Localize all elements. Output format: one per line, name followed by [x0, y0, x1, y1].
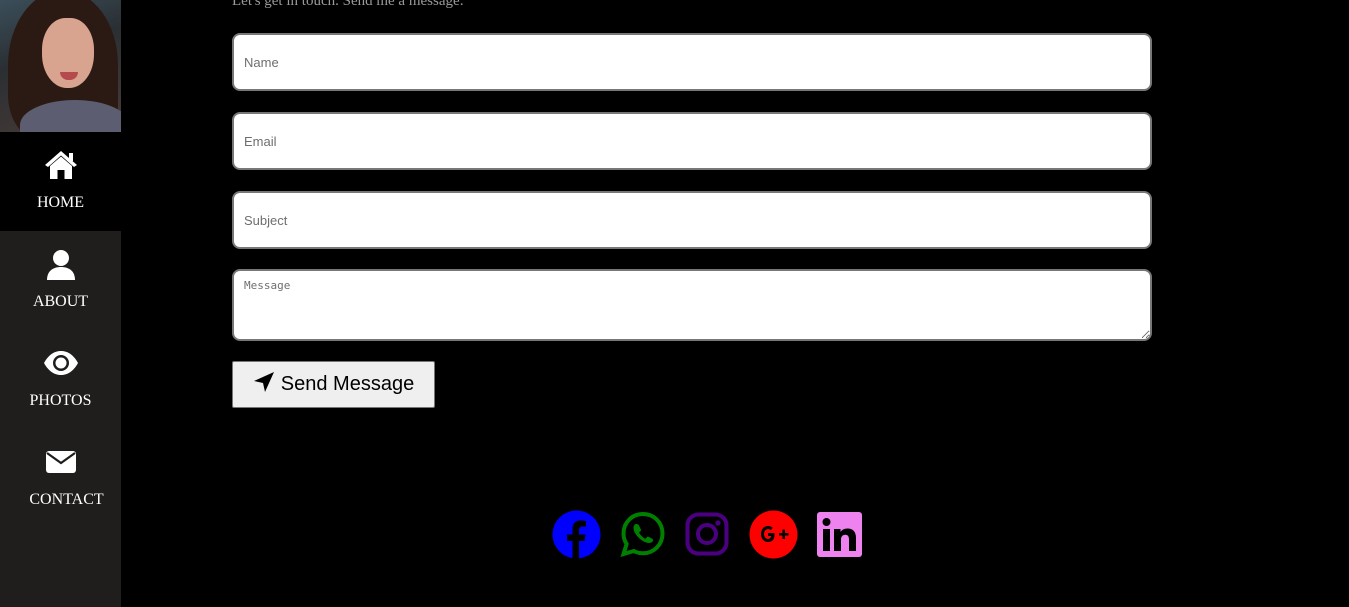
avatar	[0, 0, 121, 132]
sidebar-item-label: PHOTOS	[29, 392, 92, 409]
name-field[interactable]	[232, 33, 1152, 91]
whatsapp-icon	[620, 511, 665, 557]
contact-intro: Let's get in touch. Send me a message:	[232, 0, 464, 9]
sidebar-item-label: CONTACT	[29, 491, 104, 508]
send-message-button[interactable]: Send Message	[232, 361, 435, 408]
envelope-icon	[0, 447, 121, 479]
send-message-label: Send Message	[280, 373, 415, 395]
eye-icon	[0, 348, 121, 380]
sidebar-item-about[interactable]: ABOUT	[0, 231, 121, 330]
sidebar-item-label: ABOUT	[32, 293, 89, 310]
paper-plane-icon	[253, 371, 275, 399]
facebook-icon	[552, 510, 601, 559]
message-field[interactable]	[232, 269, 1152, 341]
sidebar-item-home[interactable]: HOME	[0, 132, 121, 231]
linkedin-link[interactable]	[817, 510, 862, 558]
email-field[interactable]	[232, 112, 1152, 170]
sidebar-item-label: HOME	[36, 194, 85, 211]
sidebar: HOME ABOUT PHOTOS CONTACT	[0, 0, 121, 607]
user-icon	[0, 249, 121, 281]
home-icon	[0, 150, 121, 182]
google-plus-icon	[749, 510, 798, 558]
subject-field[interactable]	[232, 191, 1152, 249]
linkedin-icon	[817, 511, 862, 557]
sidebar-item-photos[interactable]: PHOTOS	[0, 330, 121, 429]
instagram-icon	[685, 512, 729, 556]
sidebar-item-contact[interactable]: CONTACT	[0, 429, 121, 528]
instagram-link[interactable]	[685, 510, 729, 558]
google-plus-link[interactable]	[749, 510, 798, 558]
facebook-link[interactable]	[552, 510, 601, 559]
whatsapp-link[interactable]	[620, 510, 666, 558]
